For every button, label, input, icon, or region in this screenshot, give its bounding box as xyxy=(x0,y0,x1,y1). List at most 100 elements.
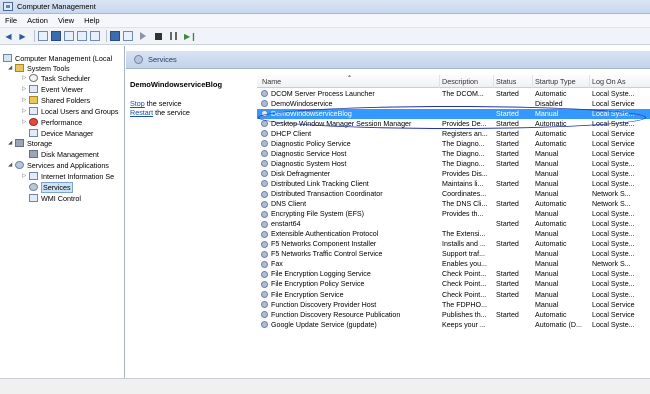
export-list-icon[interactable] xyxy=(90,31,100,41)
restart-service-icon[interactable]: ▶❙ xyxy=(184,32,197,41)
column-header-description[interactable]: Description xyxy=(442,77,478,86)
services-icon xyxy=(134,55,143,64)
tree-item-event-viewer[interactable]: ▷ Event Viewer xyxy=(22,84,83,94)
tree-item-device-manager[interactable]: Device Manager xyxy=(29,128,93,138)
action-pane-icon[interactable] xyxy=(123,31,133,41)
tree-item-local-users-groups[interactable]: ▷ Local Users and Groups xyxy=(22,106,119,116)
service-row[interactable]: File Encryption Service Check Point... Sta… xyxy=(257,290,650,300)
service-name-cell: Distributed Transaction Coordinator xyxy=(261,190,439,198)
service-row[interactable]: Diagnostic Service Host The Diagno... Star… xyxy=(257,149,650,159)
service-name-text: enstart64 xyxy=(271,220,301,229)
service-gear-icon xyxy=(261,110,268,118)
service-row[interactable]: F5 Networks Traffic Control Service Suppo… xyxy=(257,250,650,260)
service-row[interactable]: DemoWindoservice Disabled Local Service xyxy=(257,99,650,109)
tree-item-task-scheduler[interactable]: ▷ Task Scheduler xyxy=(22,73,90,83)
column-header-log-on-as[interactable]: Log On As xyxy=(592,77,626,86)
collapsed-arrow-icon[interactable]: ▷ xyxy=(22,108,29,114)
column-divider[interactable] xyxy=(589,75,590,88)
toolbar-separator xyxy=(34,30,35,42)
collapsed-arrow-icon[interactable]: ▷ xyxy=(22,75,29,81)
service-row[interactable]: DemoWindowserviceBlog Started Manual Local … xyxy=(257,109,650,119)
tree-item-shared-folders[interactable]: ▷ Shared Folders xyxy=(22,95,90,105)
service-gear-icon xyxy=(261,170,268,178)
service-status-cell: Started xyxy=(496,139,519,148)
refresh-icon[interactable] xyxy=(77,31,87,41)
service-gear-icon xyxy=(261,220,268,228)
show-hide-tree-icon[interactable] xyxy=(51,31,61,41)
collapsed-arrow-icon[interactable]: ▷ xyxy=(22,86,29,92)
column-header-name[interactable]: Name xyxy=(262,77,281,86)
collapsed-arrow-icon[interactable]: ▷ xyxy=(22,173,29,179)
column-divider[interactable] xyxy=(493,75,494,88)
column-header-startup-type[interactable]: Startup Type xyxy=(535,77,576,86)
tree-item-system-tools[interactable]: ◢ System Tools xyxy=(8,63,70,73)
service-row[interactable]: Diagnostic Policy Service The Diagno... St… xyxy=(257,139,650,149)
expanded-arrow-icon[interactable]: ◢ xyxy=(8,140,15,146)
service-row[interactable]: Encrypting File System (EFS) Provides th.… xyxy=(257,210,650,220)
service-startup-cell: Manual xyxy=(535,169,559,178)
service-logon-cell: Local Service xyxy=(592,310,635,319)
forward-arrow-icon[interactable]: ▶ xyxy=(17,31,28,42)
service-name-text: DHCP Client xyxy=(271,129,312,138)
console-tree: Computer Management (Local ◢ System Tool… xyxy=(0,46,125,378)
collapsed-arrow-icon[interactable]: ▷ xyxy=(22,97,29,103)
service-name-cell: DNS Client xyxy=(261,200,439,208)
service-row[interactable]: Google Update Service (gupdate) Keeps you… xyxy=(257,320,650,330)
collapsed-arrow-icon[interactable]: ▷ xyxy=(22,119,29,125)
service-gear-icon xyxy=(261,321,268,329)
menu-file[interactable]: File xyxy=(5,16,17,25)
service-startup-cell: Automatic xyxy=(535,119,567,128)
service-startup-cell: Manual xyxy=(535,190,559,198)
start-service-icon[interactable] xyxy=(140,32,146,40)
service-row[interactable]: Diagnostic System Host The Diagno... Start… xyxy=(257,159,650,169)
service-name-text: Extensible Authentication Protocol xyxy=(271,230,379,239)
pause-service-icon[interactable] xyxy=(170,32,177,40)
service-row[interactable]: Function Discovery Resource Publication P… xyxy=(257,310,650,320)
menu-help[interactable]: Help xyxy=(84,16,99,25)
service-row[interactable]: File Encryption Logging Service Check Poi… xyxy=(257,270,650,280)
service-status-cell: Started xyxy=(496,310,519,319)
service-row[interactable]: F5 Networks Component Installer Installs … xyxy=(257,240,650,250)
column-divider[interactable] xyxy=(532,75,533,88)
service-row[interactable]: Desktop Window Manager Session Manager Pr… xyxy=(257,119,650,129)
tree-item-performance[interactable]: ▷ Performance xyxy=(22,117,82,127)
performance-icon xyxy=(29,118,38,126)
tree-item-iis[interactable]: ▷ Internet Information Se xyxy=(22,171,114,181)
column-divider[interactable] xyxy=(439,75,440,88)
column-header-status[interactable]: Status xyxy=(496,77,516,86)
properties-icon[interactable] xyxy=(64,31,74,41)
service-row[interactable]: Distributed Link Tracking Client Maintain… xyxy=(257,179,650,189)
service-row[interactable]: File Encryption Policy Service Check Poin… xyxy=(257,280,650,290)
service-status-cell: Started xyxy=(496,119,519,128)
service-startup-cell: Automatic xyxy=(535,129,567,138)
service-row[interactable]: Disk Defragmenter Provides Dis... Manual Lo… xyxy=(257,169,650,179)
service-row[interactable]: enstart64 Started Automatic Local Syste... xyxy=(257,220,650,230)
menu-view[interactable]: View xyxy=(58,16,74,25)
service-row[interactable]: DHCP Client Registers an... Started Automat… xyxy=(257,129,650,139)
title-bar: Computer Management xyxy=(0,0,650,14)
tree-item-services[interactable]: Services xyxy=(29,181,73,193)
expanded-arrow-icon[interactable]: ◢ xyxy=(8,65,15,71)
disk-icon xyxy=(29,150,38,158)
service-name-cell: Fax xyxy=(261,260,439,268)
service-gear-icon xyxy=(261,130,268,138)
service-row[interactable]: Distributed Transaction Coordinator Coord… xyxy=(257,190,650,200)
menu-action[interactable]: Action xyxy=(27,16,48,25)
tree-item-computer-management[interactable]: Computer Management (Local xyxy=(3,53,112,63)
service-startup-cell: Automatic xyxy=(535,200,567,209)
service-row[interactable]: DNS Client The DNS Cli... Started Automatic… xyxy=(257,200,650,210)
tree-item-services-and-applications[interactable]: ◢ Services and Applications xyxy=(8,160,109,170)
back-arrow-icon[interactable]: ◀ xyxy=(3,31,14,42)
stop-service-icon[interactable] xyxy=(155,32,162,40)
help-icon[interactable] xyxy=(110,31,120,41)
service-row[interactable]: Function Discovery Provider Host The FDPH… xyxy=(257,300,650,310)
tree-item-disk-management[interactable]: Disk Management xyxy=(29,149,99,159)
expanded-arrow-icon[interactable]: ◢ xyxy=(8,162,15,168)
restart-service-link[interactable]: Restart xyxy=(130,108,153,117)
service-row[interactable]: Extensible Authentication Protocol The Ex… xyxy=(257,230,650,240)
service-row[interactable]: DCOM Server Process Launcher The DCOM... S… xyxy=(257,89,650,99)
service-row[interactable]: Fax Enables you... Manual Network S... xyxy=(257,260,650,270)
up-folder-icon[interactable] xyxy=(38,31,48,41)
tree-item-storage[interactable]: ◢ Storage xyxy=(8,138,52,148)
tree-item-wmi-control[interactable]: WMI Control xyxy=(29,193,81,203)
